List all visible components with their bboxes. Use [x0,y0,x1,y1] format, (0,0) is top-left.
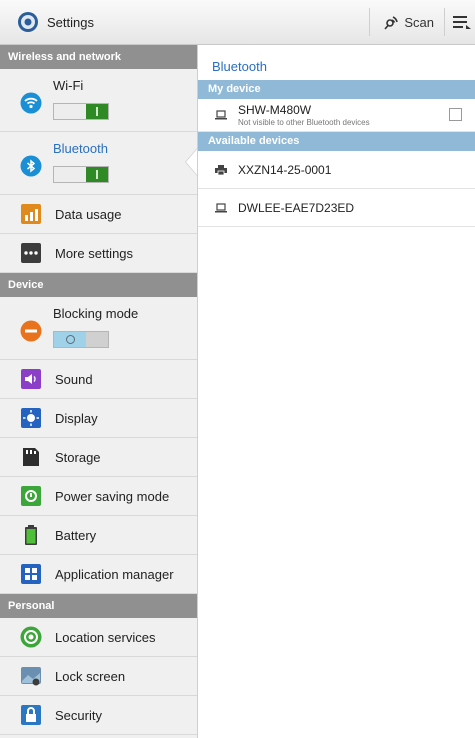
device-name: DWLEE-EAE7D23ED [238,200,355,215]
lock-screen-label: Lock screen [55,668,126,684]
more-settings-label: More settings [55,245,134,261]
data-usage-icon [21,204,41,224]
selection-indicator [186,148,197,176]
battery-label: Battery [55,527,97,543]
list-item-battery[interactable]: Battery [0,516,197,555]
settings-gear-icon[interactable] [17,11,39,33]
display-icon [21,408,41,428]
list-item-application-manager[interactable]: Application manager [0,555,197,594]
application-manager-label: Application manager [55,566,174,582]
section-header-my-device: My device [198,80,475,99]
list-item-sound[interactable]: Sound [0,360,197,399]
list-item-bluetooth[interactable]: Bluetooth [0,132,197,195]
list-item-more-settings[interactable]: More settings [0,234,197,273]
section-header-device: Device [0,273,197,297]
action-bar: Settings Scan [0,0,475,45]
list-item-location-services[interactable]: Location services [0,618,197,657]
application-manager-icon [21,564,41,584]
list-item-lock-screen[interactable]: Lock screen [0,657,197,696]
more-settings-icon [21,243,41,263]
menu-icon [453,16,471,29]
printer-icon [215,164,227,175]
power-saving-icon [21,486,41,506]
list-item-data-usage[interactable]: Data usage [0,195,197,234]
bluetooth-toggle[interactable] [53,166,109,183]
storage-label: Storage [55,449,101,465]
bluetooth-icon [20,155,42,177]
power-saving-label: Power saving mode [55,488,170,504]
wifi-label: Wi-Fi [53,78,84,93]
location-services-label: Location services [55,629,156,645]
scan-icon [384,16,399,30]
list-item-blocking-mode[interactable]: Blocking mode [0,297,197,360]
blocking-mode-label: Blocking mode [53,306,139,321]
list-item-security[interactable]: Security [0,696,197,735]
section-header-wireless: Wireless and network [0,45,197,69]
my-device-name: SHW-M480W [238,103,312,117]
device-name: XXZN14-25-0001 [238,162,332,177]
bluetooth-label: Bluetooth [53,141,108,156]
page-title: Bluetooth [212,59,267,74]
security-label: Security [55,707,102,723]
section-header-personal: Personal [0,594,197,618]
wifi-icon [20,92,42,114]
battery-icon [25,525,37,545]
device-row[interactable]: DWLEE-EAE7D23ED [198,189,475,227]
device-row[interactable]: XXZN14-25-0001 [198,151,475,189]
laptop-icon [215,202,227,212]
list-item-display[interactable]: Display [0,399,197,438]
wifi-toggle[interactable] [53,103,109,120]
my-device-row[interactable]: SHW-M480W Not visible to other Bluetooth… [198,99,475,132]
location-icon [20,626,42,648]
list-item-power-saving[interactable]: Power saving mode [0,477,197,516]
visibility-checkbox[interactable] [449,108,462,121]
settings-list: Wireless and network Wi-Fi Bluetooth Dat… [0,45,198,738]
bluetooth-panel: Bluetooth My device SHW-M480W Not visibl… [198,45,475,738]
section-header-available-devices: Available devices [198,132,475,151]
lock-icon [21,705,41,725]
display-label: Display [55,410,98,426]
scan-label: Scan [404,14,434,30]
data-usage-label: Data usage [55,206,122,222]
laptop-icon [215,110,227,120]
storage-icon [23,448,39,466]
sound-label: Sound [55,371,93,387]
blocking-mode-toggle[interactable] [53,331,109,348]
sound-icon [21,369,41,389]
list-item-wifi[interactable]: Wi-Fi [0,69,197,132]
my-device-visibility: Not visible to other Bluetooth devices [238,118,370,127]
app-title: Settings [47,14,94,30]
list-item-storage[interactable]: Storage [0,438,197,477]
blocking-mode-icon [20,320,42,342]
scan-button[interactable]: Scan [370,0,444,44]
overflow-menu-button[interactable] [445,0,475,44]
lock-screen-icon [21,667,41,686]
